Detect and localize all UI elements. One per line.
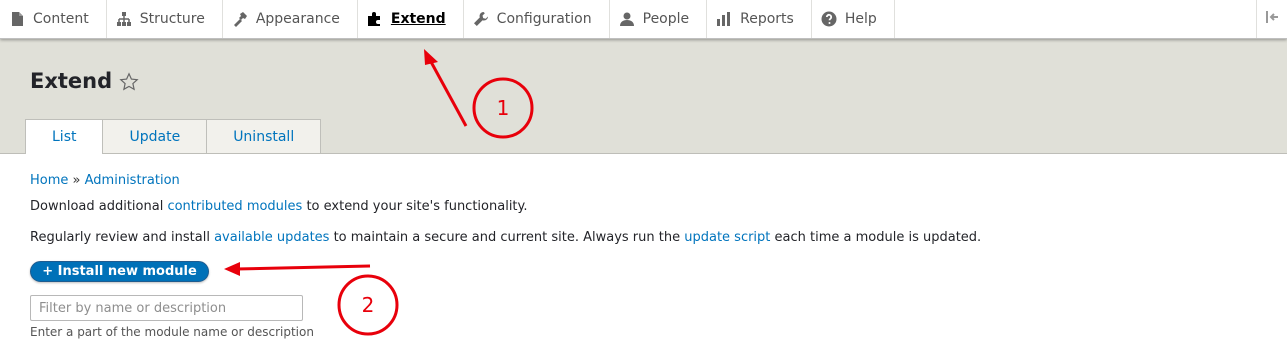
toolbar-item-label: Extend	[390, 11, 446, 27]
toolbar-item-label: Content	[33, 11, 89, 27]
content-icon	[9, 11, 25, 27]
annotation-label-2: 2	[362, 293, 375, 317]
available-updates-link[interactable]: available updates	[214, 230, 329, 245]
toolbar-item-label: People	[642, 11, 690, 27]
toolbar-item-structure[interactable]: Structure	[107, 0, 223, 38]
tab-uninstall[interactable]: Uninstall	[206, 119, 322, 153]
toolbar-item-extend[interactable]: Extend	[358, 0, 464, 38]
wrench-icon	[473, 11, 489, 27]
module-filter-input[interactable]	[30, 295, 303, 321]
annotation-arrow-2	[224, 262, 371, 276]
annotation-circle-2	[337, 274, 399, 336]
breadcrumb-home-link[interactable]: Home	[30, 173, 68, 188]
reports-icon	[716, 11, 732, 27]
people-icon	[619, 11, 635, 27]
breadcrumb-administration-link[interactable]: Administration	[85, 173, 180, 188]
toolbar-item-help[interactable]: Help	[812, 0, 895, 38]
help-icon	[821, 11, 837, 27]
intro-text: to maintain a secure and current site. A…	[329, 230, 685, 245]
toolbar-item-content[interactable]: Content	[0, 0, 107, 38]
filter-help-text: Enter a part of the module name or descr…	[30, 325, 314, 339]
structure-icon	[116, 11, 132, 27]
collapse-tray-icon	[1264, 9, 1280, 29]
toolbar-item-label: Reports	[740, 11, 794, 27]
tab-update[interactable]: Update	[102, 119, 208, 153]
update-script-link[interactable]: update script	[684, 230, 770, 245]
toolbar-item-appearance[interactable]: Appearance	[223, 0, 358, 38]
toolbar-collapse-button[interactable]	[1256, 0, 1287, 38]
intro-text: to extend your site's functionality.	[302, 199, 528, 214]
install-new-module-button[interactable]: + Install new module	[30, 261, 209, 282]
toolbar-item-label: Configuration	[496, 11, 592, 27]
toolbar-item-label: Structure	[139, 11, 205, 27]
star-icon[interactable]	[119, 72, 139, 92]
tab-list[interactable]: List	[25, 119, 104, 154]
breadcrumb-separator: »	[72, 173, 81, 188]
toolbar-item-configuration[interactable]: Configuration	[464, 0, 610, 38]
breadcrumb: Home » Administration	[30, 173, 180, 188]
primary-tabs: List Update Uninstall	[25, 119, 322, 154]
intro-paragraph-updates: Regularly review and install available u…	[30, 230, 981, 245]
toolbar-item-reports[interactable]: Reports	[707, 0, 812, 38]
toolbar-item-people[interactable]: People	[610, 0, 708, 38]
toolbar-item-label: Appearance	[255, 11, 340, 27]
intro-text: Download additional	[30, 199, 168, 214]
appearance-icon	[232, 11, 248, 27]
intro-paragraph-contributed: Download additional contributed modules …	[30, 199, 528, 214]
admin-toolbar: Content Structure Appearance Extend Conf…	[0, 0, 1287, 39]
intro-text: each time a module is updated.	[770, 230, 982, 245]
intro-text: Regularly review and install	[30, 230, 215, 245]
toolbar-item-label: Help	[844, 11, 877, 27]
contributed-modules-link[interactable]: contributed modules	[167, 199, 302, 214]
page-header: Extend List Update Uninstall	[0, 39, 1287, 154]
extend-icon	[367, 11, 383, 27]
page-title: Extend	[30, 69, 113, 93]
